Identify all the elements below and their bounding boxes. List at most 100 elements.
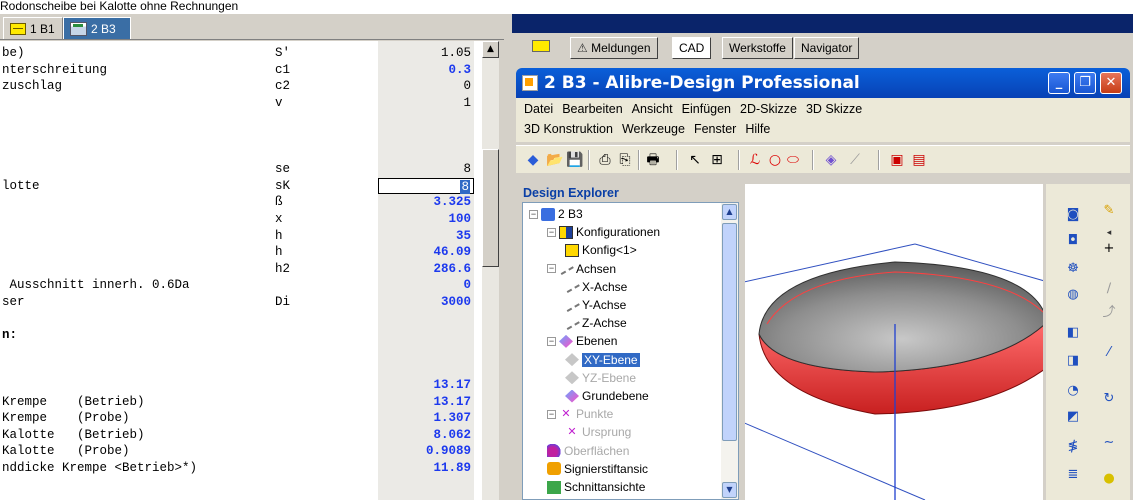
ellipse-icon[interactable]: ⬭: [784, 151, 802, 169]
sketch-tool-icon[interactable]: ✎: [1100, 202, 1118, 220]
circle-icon[interactable]: ○: [766, 151, 784, 169]
value-cell[interactable]: 13.17: [378, 393, 474, 410]
explorer-scrollbar[interactable]: ▲ ▼: [721, 203, 738, 499]
collapse-icon[interactable]: −: [547, 227, 556, 237]
tree-node[interactable]: Schnittansichte: [547, 478, 645, 496]
drawing-icon[interactable]: ▣: [888, 151, 906, 169]
value-cell[interactable]: [378, 144, 474, 161]
minimize-button[interactable]: _: [1048, 72, 1070, 94]
value-cell[interactable]: [378, 360, 474, 377]
print-preview-icon[interactable]: ⎙: [596, 151, 614, 169]
value-cell[interactable]: 0.3: [378, 61, 474, 78]
value-cell[interactable]: [378, 327, 474, 344]
value-cell[interactable]: [378, 111, 474, 128]
tree-node[interactable]: Y-Achse: [564, 296, 626, 314]
tree-node[interactable]: − ✕ Punkte: [547, 405, 613, 423]
value-cell[interactable]: 100: [378, 211, 474, 227]
collapse-icon[interactable]: −: [547, 264, 556, 274]
menu-item[interactable]: Ansicht: [632, 102, 673, 116]
tree-node[interactable]: Signierstiftansic: [547, 460, 648, 478]
value-cell[interactable]: 1.05: [378, 45, 474, 61]
value-cell[interactable]: 8: [378, 161, 474, 178]
export-drawing-icon[interactable]: ▤: [910, 151, 928, 169]
tab-werkstoffe[interactable]: Werkstoffe: [722, 37, 793, 59]
plus-icon[interactable]: +: [1100, 240, 1118, 258]
menu-item[interactable]: 2D-Skizze: [740, 102, 797, 116]
sketch-icon[interactable]: ℒ: [746, 151, 764, 169]
scroll-thumb[interactable]: [482, 149, 499, 267]
new-part-icon[interactable]: ◆: [524, 151, 542, 169]
fillet-icon[interactable]: ◔: [1064, 382, 1082, 400]
value-cell[interactable]: 0.9089: [378, 443, 474, 460]
spring-icon[interactable]: ≸: [1064, 438, 1082, 456]
value-cell[interactable]: 1.307: [378, 410, 474, 427]
line-gray-icon[interactable]: ∕: [1100, 280, 1118, 298]
scroll-up-icon[interactable]: ▲: [482, 41, 499, 58]
tree-node[interactable]: Konfig<1>: [565, 241, 637, 259]
plane-tool-icon[interactable]: ◈: [822, 151, 840, 169]
spline-icon[interactable]: ∼: [1100, 434, 1118, 452]
vertical-scrollbar[interactable]: ▲: [482, 41, 499, 500]
value-cell[interactable]: 46.09: [378, 244, 474, 261]
revolve-icon[interactable]: ☸: [1064, 260, 1082, 278]
restore-button[interactable]: ❐: [1074, 72, 1096, 94]
value-cell[interactable]: 35: [378, 227, 474, 244]
menu-item[interactable]: Einfügen: [682, 102, 731, 116]
tab-1-b1[interactable]: 1 B1: [3, 17, 63, 39]
value-cell[interactable]: 0: [378, 78, 474, 95]
open-folder-icon[interactable]: 📂: [546, 151, 564, 169]
tree-node[interactable]: − Konfigurationen: [547, 223, 660, 241]
menu-item[interactable]: 3D Skizze: [806, 102, 862, 116]
value-cell[interactable]: [378, 128, 474, 144]
scroll-thumb[interactable]: [722, 223, 737, 441]
menu-item[interactable]: Datei: [524, 102, 553, 116]
collapse-icon[interactable]: −: [547, 336, 556, 346]
save-icon[interactable]: 💾: [566, 151, 584, 169]
view-icon[interactable]: ◙: [1064, 206, 1082, 224]
tab-cad[interactable]: CAD: [672, 37, 712, 59]
print-icon[interactable]: 🖶: [644, 151, 662, 169]
tree-node[interactable]: ✕ Ursprung: [565, 423, 631, 441]
tree-node[interactable]: Oberflächen: [547, 442, 629, 460]
value-cell[interactable]: 286.6: [378, 260, 474, 277]
menu-item[interactable]: Fenster: [694, 122, 736, 136]
tree-node[interactable]: Grundebene: [565, 387, 649, 405]
value-cell[interactable]: 3.325: [378, 194, 474, 211]
chamfer-icon[interactable]: ◩: [1064, 408, 1082, 426]
collapse-icon[interactable]: −: [547, 409, 556, 419]
folder-icon[interactable]: [532, 40, 550, 52]
scroll-up-icon[interactable]: ▲: [722, 204, 737, 220]
arc-icon[interactable]: ↻: [1100, 390, 1118, 408]
tree-node[interactable]: YZ-Ebene: [565, 369, 636, 387]
close-button[interactable]: ✕: [1100, 72, 1122, 94]
value-cell[interactable]: 3000: [378, 294, 474, 310]
tree-node[interactable]: XY-Ebene: [565, 351, 640, 369]
menu-item[interactable]: Hilfe: [745, 122, 770, 136]
shell-icon[interactable]: ◍: [1064, 286, 1082, 304]
line-icon[interactable]: ⁄: [1100, 344, 1118, 362]
tab-2-b3[interactable]: 2 B3: [63, 17, 131, 39]
value-cell[interactable]: 8.062: [378, 426, 474, 443]
value-cell[interactable]: 1: [378, 94, 474, 111]
value-cell[interactable]: 13.17: [378, 377, 474, 393]
thread-icon[interactable]: ≣: [1064, 466, 1082, 484]
menu-item[interactable]: 3D Konstruktion: [524, 122, 613, 136]
3d-viewport[interactable]: [745, 184, 1043, 500]
arc-gray-icon[interactable]: ⤴: [1100, 304, 1118, 322]
select-arrow-icon[interactable]: ↖: [686, 151, 704, 169]
page-setup-icon[interactable]: ⎘: [616, 151, 634, 169]
axis-tool-icon[interactable]: ⟋: [846, 151, 864, 169]
value-cell[interactable]: [378, 310, 474, 327]
zoom-box-icon[interactable]: ⊞: [708, 151, 726, 169]
tree-node[interactable]: X-Achse: [564, 278, 627, 296]
menu-item[interactable]: Werkzeuge: [622, 122, 685, 136]
tree-node[interactable]: Z-Achse: [564, 314, 627, 332]
value-cell[interactable]: 11.89: [378, 460, 474, 476]
tab-meldungen[interactable]: ⚠ Meldungen: [570, 37, 658, 59]
point-tool-icon[interactable]: ●: [1100, 470, 1118, 488]
menu-item[interactable]: Bearbeiten: [562, 102, 622, 116]
selected-value-cell[interactable]: 8: [378, 177, 474, 194]
cut-icon[interactable]: ◧: [1064, 324, 1082, 342]
tree-node[interactable]: − Achsen: [547, 260, 616, 278]
tree-node[interactable]: − Ebenen: [547, 332, 617, 350]
